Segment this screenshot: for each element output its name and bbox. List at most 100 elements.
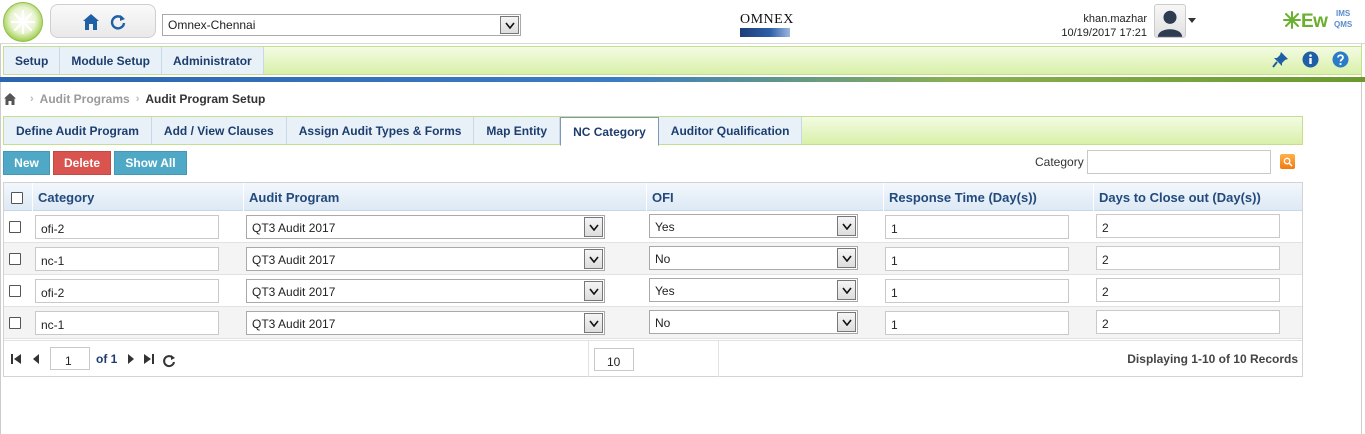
ofi-value: Yes <box>655 220 675 234</box>
quick-tools-pill <box>50 4 156 38</box>
category-filter-input[interactable] <box>1087 150 1271 174</box>
product-logo-ims: IMS <box>1336 9 1351 18</box>
page-number-input[interactable]: 1 <box>50 347 90 370</box>
info-icon[interactable] <box>1302 51 1319 68</box>
chevron-down-icon[interactable] <box>584 281 603 301</box>
ofi-select[interactable]: Yes <box>649 214 858 238</box>
ofi-select[interactable]: Yes <box>649 278 858 302</box>
product-logo-main: Ew <box>1301 11 1328 32</box>
product-star-icon <box>1283 11 1301 29</box>
row-checkbox[interactable] <box>9 253 21 265</box>
tab-auditor-qualification[interactable]: Auditor Qualification <box>659 117 803 144</box>
window-left-border <box>0 44 1 434</box>
tab-assign-audit-types-forms[interactable]: Assign Audit Types & Forms <box>287 117 475 144</box>
days-to-close-field[interactable]: 2 <box>1096 246 1280 270</box>
menu-item-setup[interactable]: Setup <box>4 47 61 74</box>
action-bar: New Delete Show All Category <box>3 150 1303 176</box>
response-time-field[interactable]: 1 <box>885 215 1069 239</box>
breadcrumb-audit-programs[interactable]: Audit Programs <box>40 92 130 106</box>
omnex-logo-text: OMNEX <box>740 12 794 27</box>
tab-list: Define Audit Program Add / View Clauses … <box>4 117 803 146</box>
menu-item-administrator[interactable]: Administrator <box>162 47 264 74</box>
chevron-down-icon[interactable] <box>500 16 519 34</box>
category-field[interactable]: nc-1 <box>35 311 219 335</box>
first-page-icon[interactable] <box>10 353 22 365</box>
table-row: nc-1 QT3 Audit 2017 No 1 2 <box>4 307 1302 339</box>
audit-program-value: QT3 Audit 2017 <box>252 317 336 331</box>
refresh-icon[interactable] <box>110 14 126 30</box>
page-size-input[interactable]: 10 <box>594 348 634 371</box>
chevron-down-icon[interactable] <box>837 280 856 300</box>
breadcrumb: › Audit Programs › Audit Program Setup <box>3 88 1303 110</box>
new-button[interactable]: New <box>3 151 50 175</box>
chevron-down-icon[interactable] <box>584 217 603 237</box>
ofi-value: Yes <box>655 284 675 298</box>
audit-program-select[interactable]: QT3 Audit 2017 <box>246 279 605 303</box>
ofi-select[interactable]: No <box>649 310 858 334</box>
show-all-button[interactable]: Show All <box>114 151 187 175</box>
menu-item-module-setup[interactable]: Module Setup <box>60 47 163 74</box>
chevron-down-icon[interactable] <box>584 313 603 333</box>
chevron-down-icon[interactable] <box>584 249 603 269</box>
days-to-close-field[interactable]: 2 <box>1096 278 1280 302</box>
main-menu: Setup Module Setup Administrator <box>4 47 264 74</box>
column-header-category[interactable]: Category <box>32 183 245 211</box>
delete-button[interactable]: Delete <box>53 151 111 175</box>
select-all-checkbox[interactable] <box>11 192 23 204</box>
pager-divider <box>718 341 719 377</box>
chevron-down-icon[interactable] <box>837 216 856 236</box>
row-checkbox[interactable] <box>9 221 21 233</box>
avatar[interactable] <box>1154 4 1186 38</box>
chevron-down-icon[interactable] <box>837 312 856 332</box>
product-logo-qms: QMS <box>1334 20 1353 29</box>
user-name: khan.mazhar <box>1083 13 1147 25</box>
category-field[interactable]: nc-1 <box>35 247 219 271</box>
category-field[interactable]: ofi-2 <box>35 279 219 303</box>
home-icon[interactable] <box>82 13 100 31</box>
category-filter-label: Category <box>1035 155 1084 169</box>
row-checkbox[interactable] <box>9 285 21 297</box>
audit-program-select[interactable]: QT3 Audit 2017 <box>246 215 605 239</box>
column-header-days-to-close[interactable]: Days to Close out (Day(s)) <box>1093 183 1302 211</box>
help-icon[interactable] <box>1332 51 1349 68</box>
previous-page-icon[interactable] <box>30 353 42 365</box>
pin-icon[interactable] <box>1272 51 1289 68</box>
search-icon[interactable] <box>1280 154 1295 169</box>
audit-program-select[interactable]: QT3 Audit 2017 <box>246 311 605 335</box>
breadcrumb-home-icon[interactable] <box>3 92 17 106</box>
page-total-label: of 1 <box>96 352 118 366</box>
reload-icon[interactable] <box>162 354 176 368</box>
user-menu-caret-icon[interactable] <box>1188 18 1196 23</box>
tab-nc-category[interactable]: NC Category <box>560 117 659 146</box>
ofi-select[interactable]: No <box>649 246 858 270</box>
response-time-field[interactable]: 1 <box>885 311 1069 335</box>
app-logo[interactable] <box>3 2 43 42</box>
pager-divider <box>588 341 589 377</box>
response-time-field[interactable]: 1 <box>885 279 1069 303</box>
tab-define-audit-program[interactable]: Define Audit Program <box>4 117 152 144</box>
row-checkbox[interactable] <box>9 317 21 329</box>
ofi-value: No <box>655 316 671 330</box>
table-row: nc-1 QT3 Audit 2017 No 1 2 <box>4 243 1302 275</box>
last-page-icon[interactable] <box>143 353 155 365</box>
days-to-close-field[interactable]: 2 <box>1096 214 1280 238</box>
audit-program-select[interactable]: QT3 Audit 2017 <box>246 247 605 271</box>
tab-add-view-clauses[interactable]: Add / View Clauses <box>152 117 287 144</box>
product-logo: Ew IMS QMS <box>1283 8 1358 34</box>
days-to-close-field[interactable]: 2 <box>1096 310 1280 334</box>
breadcrumb-separator-icon: › <box>30 93 34 105</box>
user-silhouette-icon <box>1157 10 1183 37</box>
column-header-response-time[interactable]: Response Time (Day(s)) <box>883 183 1093 211</box>
column-header-ofi[interactable]: OFI <box>646 183 883 211</box>
site-select[interactable]: Omnex-Chennai <box>162 14 521 36</box>
pagination-bar: 1 of 1 10 Displaying 1-10 of 10 Records <box>4 340 1302 377</box>
chevron-down-icon[interactable] <box>837 248 856 268</box>
category-field[interactable]: ofi-2 <box>35 215 219 239</box>
omnex-logo-bar <box>740 28 790 37</box>
column-header-audit-program[interactable]: Audit Program <box>243 183 646 211</box>
response-time-field[interactable]: 1 <box>885 247 1069 271</box>
next-page-icon[interactable] <box>125 353 137 365</box>
nc-category-grid: Category Audit Program OFI Response Time… <box>3 182 1303 377</box>
table-row: ofi-2 QT3 Audit 2017 Yes 1 2 <box>4 275 1302 307</box>
tab-map-entity[interactable]: Map Entity <box>474 117 561 144</box>
